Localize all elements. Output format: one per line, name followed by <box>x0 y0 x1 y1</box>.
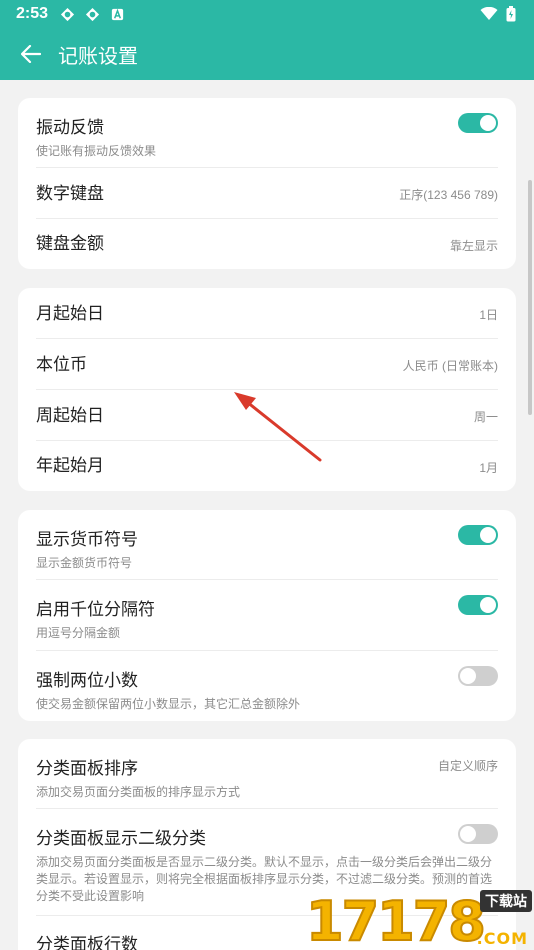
app-notification-icon-2 <box>85 7 100 21</box>
a-notification-icon <box>111 8 124 20</box>
status-bar: 2:53 <box>0 0 534 28</box>
setting-desc: 添加交易页面分类面板的排序显示方式 <box>36 785 241 799</box>
page-title: 记账设置 <box>58 45 138 68</box>
setting-vibrate[interactable]: 振动反馈 使记账有振动反馈效果 <box>36 98 498 168</box>
scrollbar[interactable] <box>528 180 532 415</box>
currency-symbol-toggle[interactable] <box>458 525 498 545</box>
site-watermark: 17178 下载站 .COM <box>305 888 534 950</box>
vibrate-toggle[interactable] <box>458 113 498 133</box>
setting-base-currency[interactable]: 本位币 人民币 (日常账本) <box>36 339 498 390</box>
app-notification-icon <box>60 7 75 21</box>
setting-desc: 使交易金额保留两位小数显示，其它汇总金额除外 <box>36 697 301 711</box>
setting-value: 1日 <box>479 308 498 322</box>
two-decimals-toggle[interactable] <box>458 666 498 686</box>
setting-thousands-separator[interactable]: 启用千位分隔符 用逗号分隔金额 <box>36 580 498 651</box>
setting-value: 自定义顺序 <box>437 759 498 773</box>
setting-value: 正序(123 456 789) <box>399 188 498 202</box>
setting-category-sort[interactable]: 分类面板排序 添加交易页面分类面板的排序显示方式 自定义顺序 <box>36 739 498 809</box>
toggle-knob <box>460 668 476 684</box>
setting-desc: 用逗号分隔金额 <box>36 626 121 640</box>
setting-month-start[interactable]: 月起始日 1日 <box>36 288 498 339</box>
setting-desc: 显示金额货币符号 <box>36 556 133 570</box>
setting-year-start[interactable]: 年起始月 1月 <box>36 441 498 491</box>
setting-desc: 使记账有振动反馈效果 <box>36 144 157 158</box>
card-keyboard-settings: 振动反馈 使记账有振动反馈效果 数字键盘 正序(123 456 789) 键盘金… <box>18 98 516 269</box>
setting-keyboard[interactable]: 数字键盘 正序(123 456 789) <box>36 168 498 219</box>
setting-value: 周一 <box>473 410 498 424</box>
setting-keyboard-amount[interactable]: 键盘金额 靠左显示 <box>36 219 498 269</box>
setting-currency-symbol[interactable]: 显示货币符号 显示金额货币符号 <box>36 510 498 580</box>
toggle-knob <box>480 597 496 613</box>
setting-label: 年起始月 <box>36 456 104 475</box>
setting-label: 周起始日 <box>36 406 104 425</box>
status-right <box>480 6 516 22</box>
setting-week-start[interactable]: 周起始日 周一 <box>36 390 498 441</box>
wifi-icon <box>480 7 498 20</box>
watermark-digits: 17178 <box>305 890 487 950</box>
battery-icon <box>506 6 516 22</box>
setting-label: 月起始日 <box>36 304 104 323</box>
secondary-category-toggle[interactable] <box>458 824 498 844</box>
setting-label: 启用千位分隔符 <box>36 600 155 619</box>
toggle-knob <box>480 527 496 543</box>
setting-label: 键盘金额 <box>36 234 104 253</box>
setting-value: 人民币 (日常账本) <box>402 359 498 373</box>
setting-label: 分类面板显示二级分类 <box>36 829 206 848</box>
watermark-com: .COM <box>476 929 528 948</box>
setting-label: 显示货币符号 <box>36 530 138 549</box>
app-bar: 记账设置 <box>0 28 534 80</box>
setting-label: 强制两位小数 <box>36 671 138 690</box>
setting-value: 1月 <box>479 461 498 475</box>
setting-label: 振动反馈 <box>36 118 104 137</box>
toggle-knob <box>460 826 476 842</box>
arrow-left-icon <box>21 45 41 63</box>
card-amount-display-settings: 显示货币符号 显示金额货币符号 启用千位分隔符 用逗号分隔金额 强制两位小数 使… <box>18 510 516 721</box>
thousands-separator-toggle[interactable] <box>458 595 498 615</box>
status-time: 2:53 <box>16 5 49 22</box>
settings-list[interactable]: 振动反馈 使记账有振动反馈效果 数字键盘 正序(123 456 789) 键盘金… <box>0 80 534 950</box>
watermark-tag: 下载站 <box>480 890 532 912</box>
toggle-knob <box>480 115 496 131</box>
setting-label: 分类面板排序 <box>36 759 138 778</box>
setting-two-decimals[interactable]: 强制两位小数 使交易金额保留两位小数显示，其它汇总金额除外 <box>36 651 498 721</box>
back-button[interactable] <box>18 41 44 67</box>
setting-value: 靠左显示 <box>449 239 498 253</box>
card-period-settings: 月起始日 1日 本位币 人民币 (日常账本) 周起始日 周一 年起始月 1月 <box>18 288 516 491</box>
